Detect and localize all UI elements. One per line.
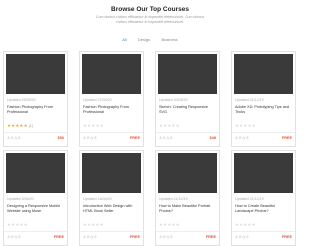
card-divider bbox=[232, 231, 295, 232]
course-updated-date: Updated 21/12/19 bbox=[235, 197, 264, 201]
course-price: FREE bbox=[53, 235, 64, 239]
star-icons: ★★★★★ bbox=[83, 123, 104, 128]
course-thumbnail[interactable] bbox=[158, 153, 217, 193]
section-subtitle: Cum doctus civibus efficiantur in imperd… bbox=[95, 15, 205, 24]
course-card[interactable]: Updated 21/12/19 Adobe XD: Prototyping T… bbox=[231, 51, 296, 147]
course-stats: ♙ 0 ◷ 0 bbox=[159, 235, 173, 239]
course-rating: ★★★★★ bbox=[159, 222, 181, 228]
course-thumbnail[interactable] bbox=[6, 54, 65, 94]
card-divider bbox=[232, 132, 295, 133]
star-icons: ★★★★★ bbox=[159, 222, 180, 227]
course-card[interactable]: Updated 16/04/20 Introduction Web Design… bbox=[79, 150, 144, 246]
course-title[interactable]: Designing a Responsive Mobile Website us… bbox=[7, 204, 65, 214]
course-rating: ★★★★★ bbox=[7, 222, 29, 228]
course-thumbnail[interactable] bbox=[82, 54, 141, 94]
course-stats: ♙ 0 ◷ 0 bbox=[7, 136, 21, 140]
course-stats: ♙ 0 ◷ 0 bbox=[7, 235, 21, 239]
course-updated-date: Updated 16/04/20 bbox=[83, 197, 112, 201]
course-price: FREE bbox=[129, 235, 140, 239]
star-icon: ★ bbox=[99, 123, 104, 128]
course-thumbnail[interactable] bbox=[234, 153, 293, 193]
course-stats: ♙ 0 ◷ 0 bbox=[159, 136, 173, 140]
star-icons: ★★★★★ bbox=[235, 123, 256, 128]
card-divider bbox=[156, 231, 219, 232]
star-icons: ★★★★★ bbox=[159, 123, 180, 128]
course-rating: ★★★★★ bbox=[83, 222, 105, 228]
tab-business[interactable]: Business bbox=[161, 37, 177, 42]
star-icon: ★ bbox=[175, 123, 180, 128]
course-price: $50 bbox=[57, 136, 64, 140]
course-stats: ♙ 0 ◷ 0 bbox=[235, 136, 249, 140]
course-title[interactable]: Fashion Photography From Professional bbox=[83, 105, 141, 115]
course-title[interactable]: How to Make Beautiful Portrait Photos? bbox=[159, 204, 217, 214]
course-rating: ★★★★★ bbox=[235, 123, 257, 129]
course-price: FREE bbox=[205, 235, 216, 239]
card-divider bbox=[156, 132, 219, 133]
course-thumbnail[interactable] bbox=[158, 54, 217, 94]
course-stats: ♙ 0 ◷ 0 bbox=[235, 235, 249, 239]
tab-design[interactable]: Design bbox=[138, 37, 150, 42]
course-title[interactable]: Fashion Photography From Professional bbox=[7, 105, 65, 115]
section-title: Browse Our Top Courses bbox=[111, 6, 189, 13]
course-price: $48 bbox=[209, 136, 216, 140]
course-title[interactable]: Introduction Web Design with HTML Book S… bbox=[83, 204, 141, 214]
star-icon: ★ bbox=[251, 123, 256, 128]
course-card[interactable]: Updated 27/05/20 Fashion Photography Fro… bbox=[79, 51, 144, 147]
category-tabs: All Design Business bbox=[0, 37, 300, 42]
course-rating: ★★★★★ bbox=[83, 123, 105, 129]
course-rating: ★★★★★(1) bbox=[7, 123, 33, 129]
course-thumbnail[interactable] bbox=[234, 54, 293, 94]
star-icons: ★★★★★ bbox=[7, 123, 28, 128]
course-updated-date: Updated 27/05/20 bbox=[83, 98, 112, 102]
course-rating: ★★★★★ bbox=[235, 222, 257, 228]
course-price: FREE bbox=[281, 235, 292, 239]
course-card[interactable]: Updated 29/05/20 Fashion Photography Fro… bbox=[3, 51, 68, 147]
star-icons: ★★★★★ bbox=[7, 222, 28, 227]
course-updated-date: Updated 21/12/19 bbox=[159, 197, 188, 201]
course-price: FREE bbox=[129, 136, 140, 140]
course-updated-date: Updated 30/06/20 bbox=[159, 98, 188, 102]
course-price: FREE bbox=[281, 136, 292, 140]
course-card[interactable]: Updated 21/12/19 How to Create Beautiful… bbox=[231, 150, 296, 246]
rating-count: (1) bbox=[28, 124, 33, 128]
course-updated-date: Updated 5/06/20 bbox=[7, 197, 34, 201]
card-divider bbox=[80, 132, 143, 133]
star-icon: ★ bbox=[175, 222, 180, 227]
course-card[interactable]: Updated 21/12/19 How to Make Beautiful P… bbox=[155, 150, 220, 246]
card-divider bbox=[4, 231, 67, 232]
course-stats: ♙ 0 ◷ 0 bbox=[83, 235, 97, 239]
star-icons: ★★★★★ bbox=[235, 222, 256, 227]
card-divider bbox=[4, 132, 67, 133]
star-icon: ★ bbox=[99, 222, 104, 227]
course-updated-date: Updated 29/05/20 bbox=[7, 98, 36, 102]
course-title[interactable]: Adobe XD: Prototyping Tips and Tricks bbox=[235, 105, 293, 115]
course-thumbnail[interactable] bbox=[6, 153, 65, 193]
star-icons: ★★★★★ bbox=[83, 222, 104, 227]
course-updated-date: Updated 21/12/19 bbox=[235, 98, 264, 102]
course-card[interactable]: Updated 5/06/20 Designing a Responsive M… bbox=[3, 150, 68, 246]
course-title[interactable]: How to Create Beautiful Landscape Photos… bbox=[235, 204, 293, 214]
course-stats: ♙ 0 ◷ 0 bbox=[83, 136, 97, 140]
star-icon: ★ bbox=[23, 123, 28, 128]
card-divider bbox=[80, 231, 143, 232]
star-icon: ★ bbox=[251, 222, 256, 227]
star-icon: ★ bbox=[23, 222, 28, 227]
tab-all[interactable]: All bbox=[122, 37, 126, 42]
course-thumbnail[interactable] bbox=[82, 153, 141, 193]
course-title[interactable]: Sketch: Creating Responsive SVG bbox=[159, 105, 217, 115]
course-card[interactable]: Updated 30/06/20 Sketch: Creating Respon… bbox=[155, 51, 220, 147]
course-rating: ★★★★★ bbox=[159, 123, 181, 129]
